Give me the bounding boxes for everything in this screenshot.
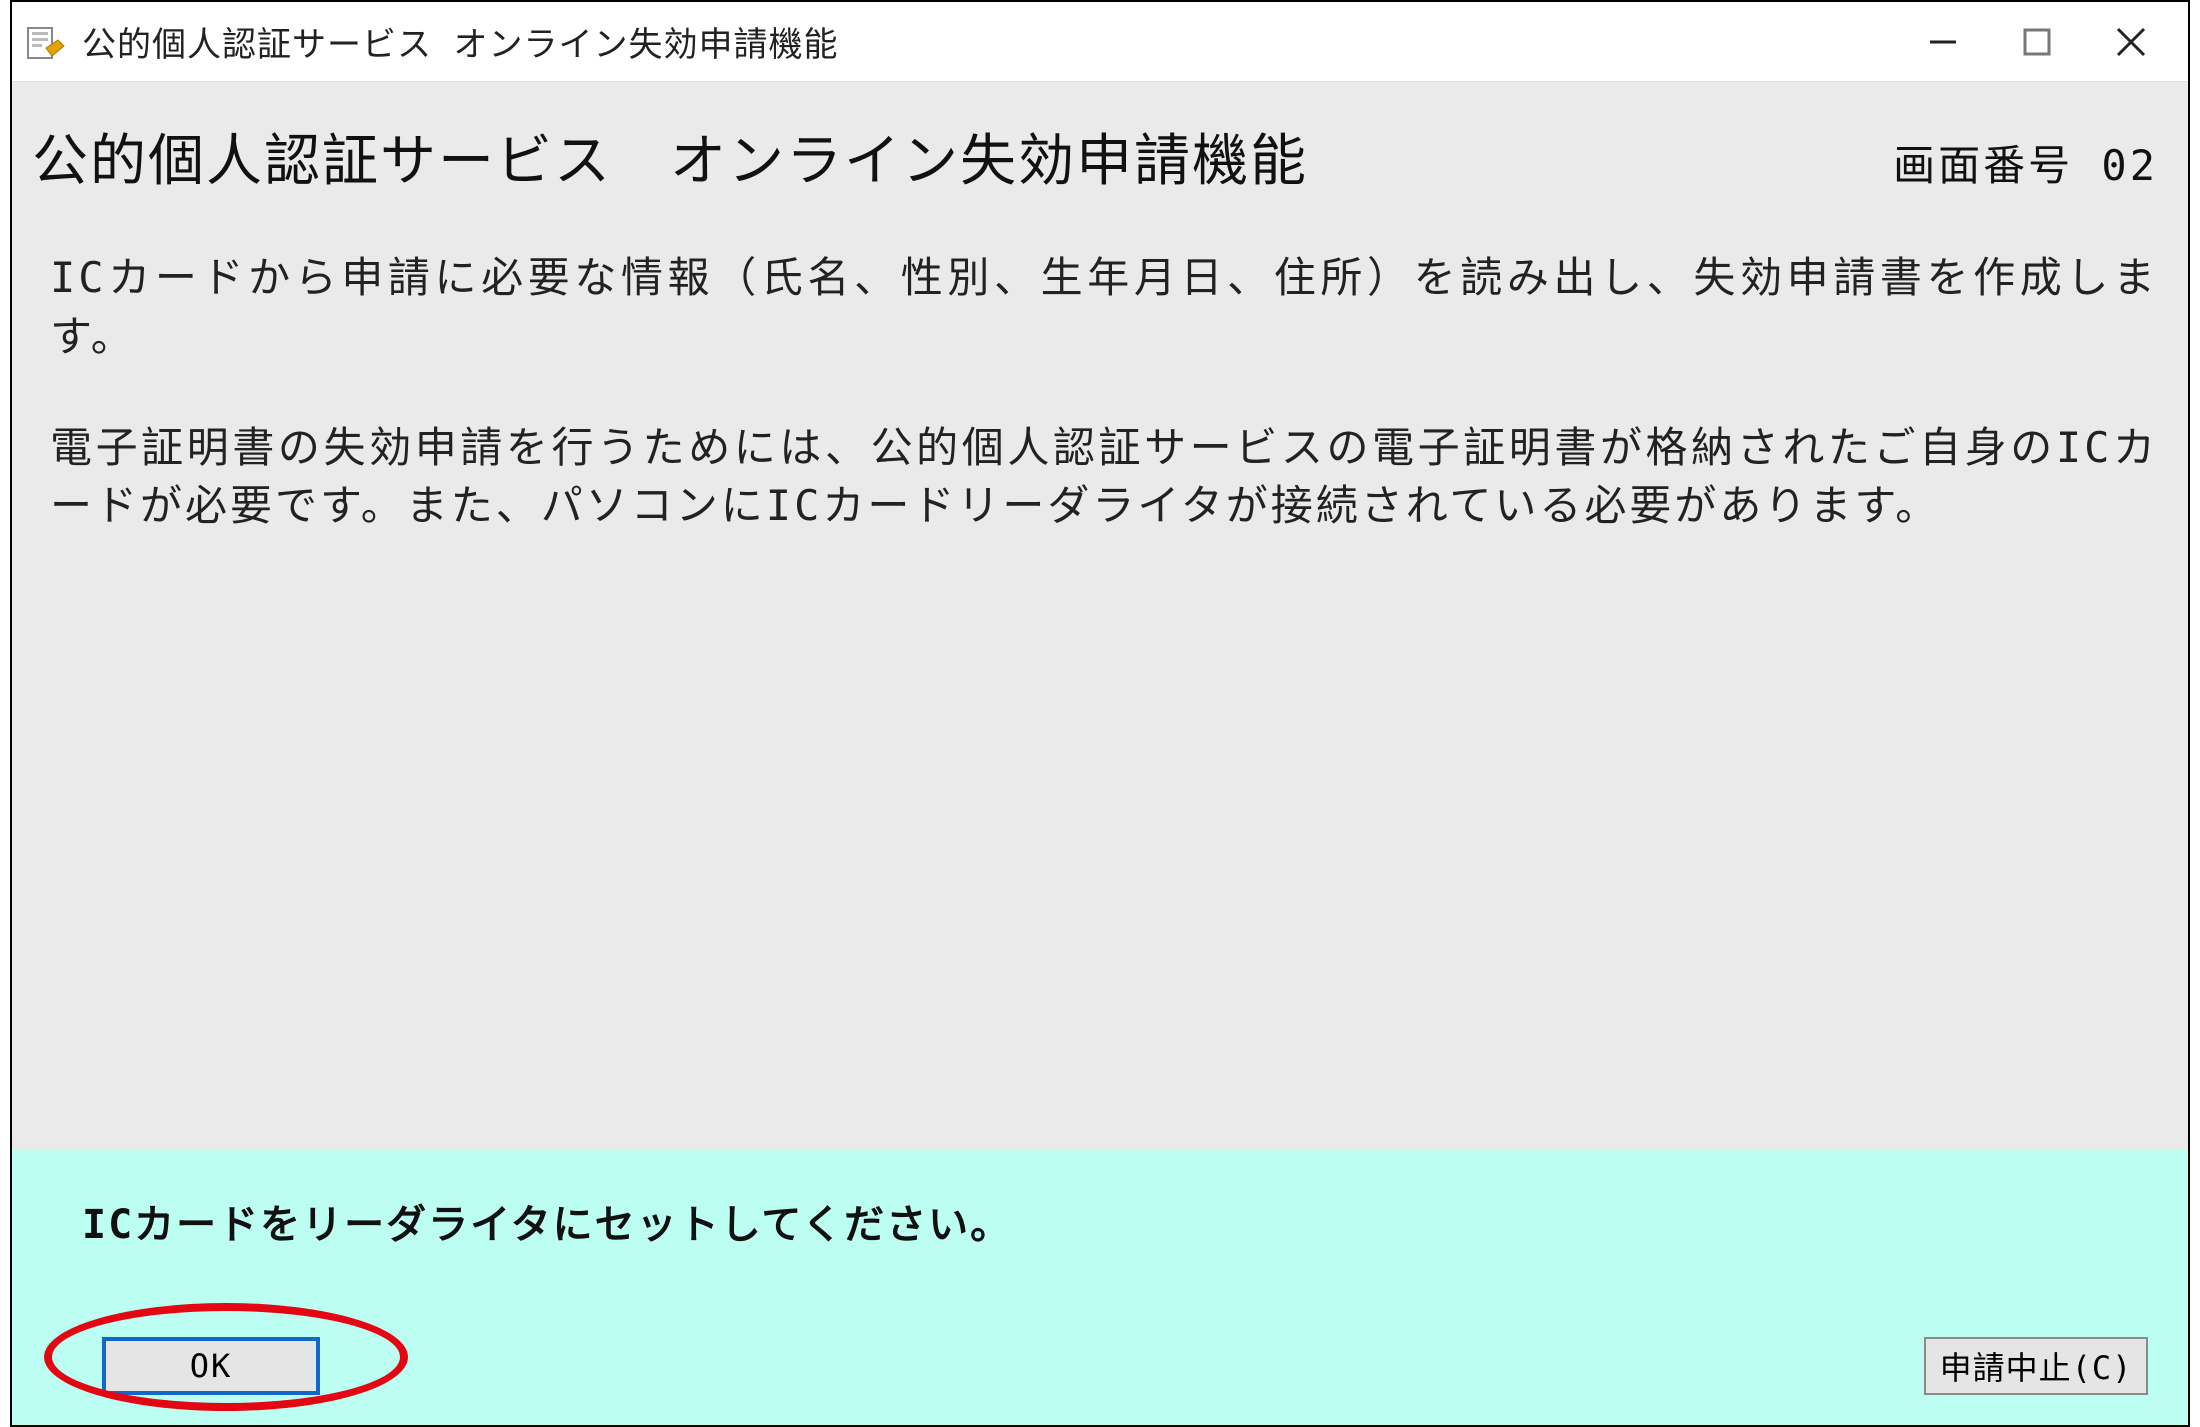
window-title: 公的個人認証サービス オンライン失効申請機能 <box>82 17 838 66</box>
cancel-button[interactable]: 申請中止(C) <box>1924 1337 2148 1395</box>
paragraph-2: 電子証明書の失効申請を行うためには、公的個人認証サービスの電子証明書が格納された… <box>50 419 2158 537</box>
minimize-button[interactable] <box>1896 10 1990 74</box>
app-icon <box>22 18 70 66</box>
titlebar: 公的個人認証サービス オンライン失効申請機能 <box>12 2 2188 82</box>
ok-button[interactable]: OK <box>102 1337 320 1395</box>
client-area: 公的個人認証サービス オンライン失効申請機能 画面番号 02 ICカードから申請… <box>12 82 2188 1425</box>
instruction-text: ICカードをリーダライタにセットしてください。 <box>82 1192 2158 1250</box>
footer-panel: ICカードをリーダライタにセットしてください。 OK 申請中止(C) <box>12 1149 2188 1425</box>
paragraph-1: ICカードから申請に必要な情報（氏名、性別、生年月日、住所）を読み出し、失効申請… <box>50 249 2158 367</box>
maximize-button[interactable] <box>1990 10 2084 74</box>
page-title: 公的個人認証サービス オンライン失効申請機能 <box>32 116 1308 197</box>
body-text: ICカードから申請に必要な情報（氏名、性別、生年月日、住所）を読み出し、失効申請… <box>12 197 2188 536</box>
close-button[interactable] <box>2084 10 2178 74</box>
dialog-window: 公的個人認証サービス オンライン失効申請機能 公的個人認証サービス オンライン失… <box>10 0 2190 1427</box>
screen-number: 画面番号 02 <box>1893 132 2158 193</box>
